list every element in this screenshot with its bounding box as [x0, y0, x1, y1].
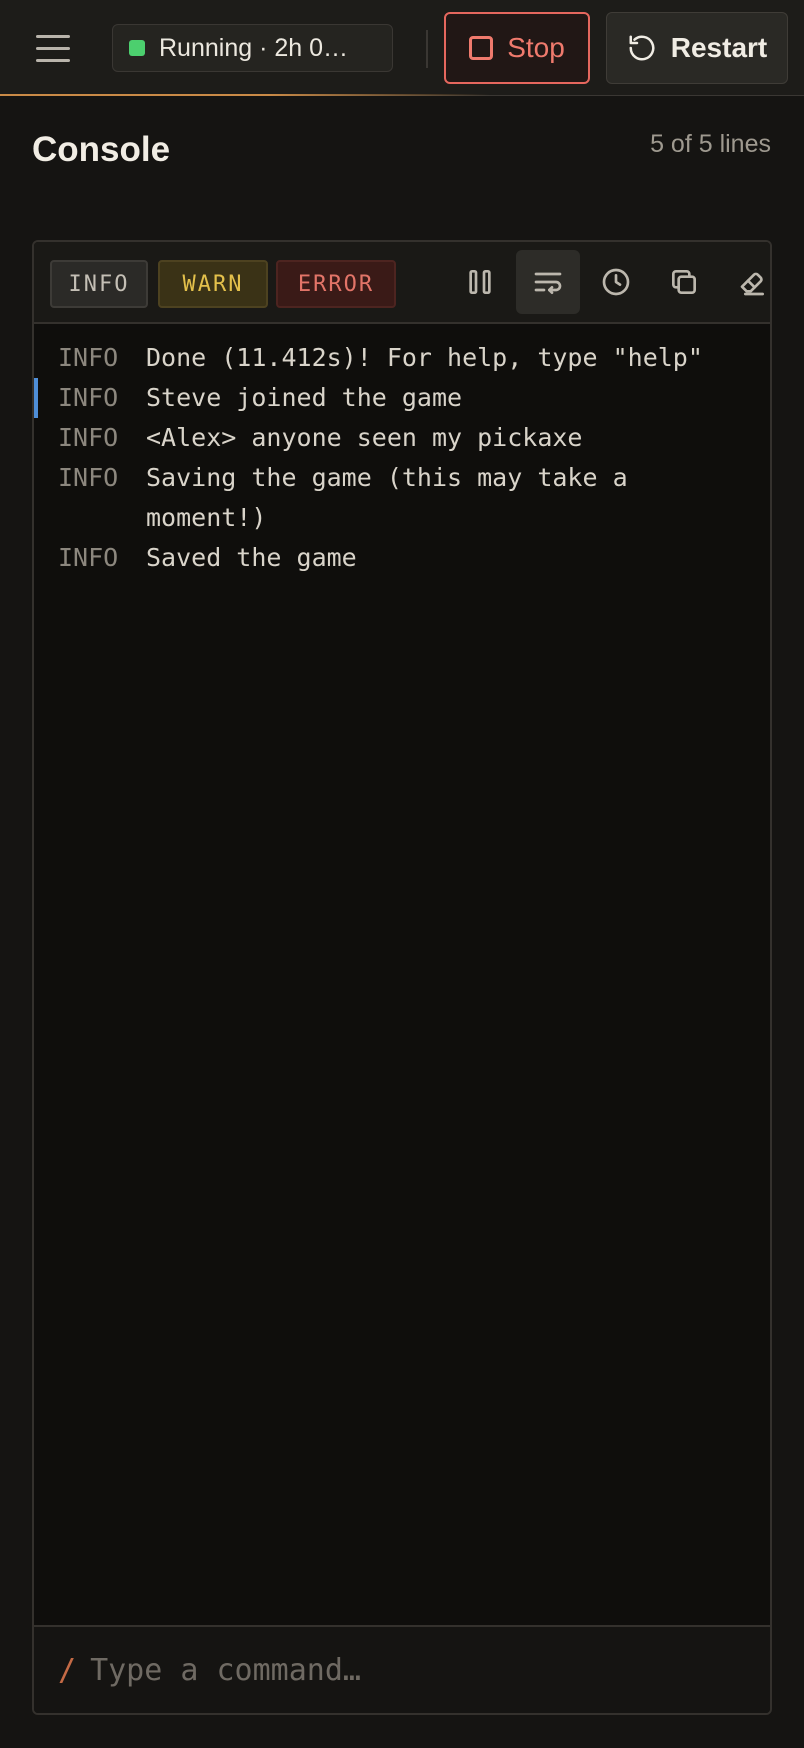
log-level: INFO [58, 383, 119, 412]
log-level: INFO [58, 543, 119, 572]
eraser-icon[interactable] [720, 250, 770, 314]
status-indicator [129, 40, 145, 56]
log-line: INFO Steve joined the game [34, 378, 770, 418]
log-line: INFO Saving the game (this may take a mom… [34, 458, 770, 538]
command-prefix: / [58, 1652, 77, 1688]
page-title: Console [32, 130, 171, 169]
wrap-lines-icon[interactable] [516, 250, 580, 314]
log-level: INFO [58, 463, 119, 492]
log-message: Steve joined the game [146, 383, 463, 412]
console-panel: INFO WARN ERROR INFO Done (11.412s)! For … [32, 240, 772, 1715]
log-message: Done (11.412s)! For help, type "help" [146, 343, 703, 372]
clock-icon[interactable] [584, 250, 648, 314]
log-message: Saving the game (this may take a moment!… [146, 463, 643, 532]
filter-error[interactable]: ERROR [276, 260, 396, 308]
filter-info[interactable]: INFO [50, 260, 148, 308]
restart-label: Restart [670, 32, 768, 63]
log-output: INFO Done (11.412s)! For help, type "help… [34, 326, 770, 578]
command-bar: / [34, 1625, 770, 1713]
line-count: 5 of 5 lines [650, 130, 771, 158]
console-toolbar: INFO WARN ERROR [34, 242, 770, 324]
restart-icon [629, 35, 655, 61]
filter-warn[interactable]: WARN [158, 260, 268, 308]
log-level: INFO [58, 343, 119, 372]
log-line: INFO Saved the game [34, 538, 770, 578]
log-level: INFO [58, 423, 119, 452]
log-line: INFO Done (11.412s)! For help, type "help… [34, 338, 770, 378]
copy-icon[interactable] [652, 250, 716, 314]
stop-button[interactable]: Stop [444, 12, 590, 84]
hamburger-icon[interactable] [36, 28, 76, 68]
log-message: Saved the game [146, 543, 357, 572]
toolbar-divider [426, 30, 428, 68]
stop-icon [469, 36, 494, 60]
log-line: INFO <Alex> anyone seen my pickaxe [34, 418, 770, 458]
top-bar: Running · 2h 0… Stop Restart [0, 0, 804, 96]
log-message: <Alex> anyone seen my pickaxe [146, 423, 583, 452]
server-status[interactable]: Running · 2h 0… [112, 24, 393, 72]
status-text: Running · 2h 0… [159, 33, 349, 62]
restart-button[interactable]: Restart [606, 12, 788, 84]
command-input[interactable] [90, 1652, 731, 1688]
stop-label: Stop [507, 32, 565, 63]
pause-icon[interactable] [448, 250, 512, 314]
